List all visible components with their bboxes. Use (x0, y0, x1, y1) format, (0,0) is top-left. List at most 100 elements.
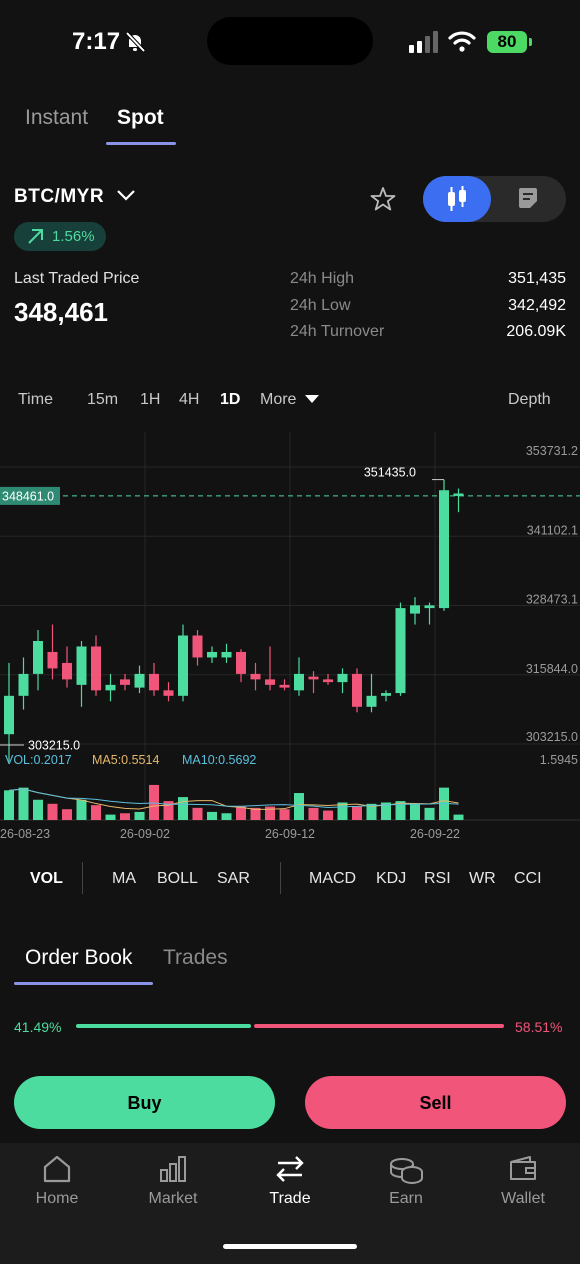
volume-bar (352, 806, 362, 820)
candle-body (294, 673, 304, 691)
volume-bar (120, 813, 130, 820)
candlestick-icon (448, 186, 466, 211)
dynamic-island (207, 17, 373, 65)
price-axis-label: 303215.0 (526, 730, 578, 744)
volume-bar (236, 806, 246, 820)
low-label: 24h Low (290, 297, 351, 314)
nav-earn[interactable]: Earn (356, 1154, 456, 1208)
turnover-value: 206.09K (506, 323, 566, 340)
nav-label: Trade (269, 1190, 311, 1207)
tab-spot-underline (106, 142, 176, 145)
indicator-boll[interactable]: BOLL (157, 870, 198, 888)
buy-button[interactable]: Buy (14, 1076, 275, 1129)
candle-body (265, 679, 275, 685)
volume-bar (47, 803, 58, 820)
battery-tip (529, 38, 532, 46)
nav-trade[interactable]: Trade (240, 1154, 340, 1208)
volume-bar (4, 790, 14, 820)
indicator-ma[interactable]: MA (112, 870, 136, 888)
indicator-macd[interactable]: MACD (309, 870, 356, 888)
tab-order-book[interactable]: Order Book (25, 946, 132, 970)
tab-trades[interactable]: Trades (163, 946, 228, 970)
candlestick-view-button[interactable] (423, 176, 491, 222)
candle-body (308, 676, 319, 680)
candle-body (62, 662, 72, 680)
tf-time[interactable]: Time (18, 391, 53, 409)
candle-body (439, 490, 449, 609)
battery-indicator: 80 (487, 31, 527, 53)
signal-icon (409, 31, 438, 53)
volume-bar (453, 814, 464, 820)
candle-body (366, 695, 377, 707)
current-price-text: 348461.0 (2, 489, 54, 503)
candle-body (337, 673, 348, 683)
volume-bar (178, 797, 188, 820)
candle-body (91, 646, 101, 691)
price-axis-label: 341102.1 (527, 523, 578, 537)
trade-icon (276, 1156, 304, 1182)
indicator-wr[interactable]: WR (469, 870, 496, 888)
tf-1h[interactable]: 1H (140, 391, 160, 409)
bid-percentage: 41.49% (14, 1019, 62, 1035)
candle-body (4, 695, 14, 735)
candle-body (149, 673, 159, 691)
ask-ratio-bar (253, 1024, 504, 1028)
volume-bar (91, 805, 101, 820)
candle-body (192, 635, 203, 658)
indicator-rsi[interactable]: RSI (424, 870, 451, 888)
arrow-up-right-icon (28, 229, 43, 244)
last-price-value: 348,461 (14, 297, 108, 327)
high-value: 351,435 (508, 270, 566, 287)
tab-instant[interactable]: Instant (25, 106, 88, 130)
candle-body (207, 651, 217, 658)
vol-legend: VOL:0.2017 (5, 753, 72, 767)
indicator-sar[interactable]: SAR (217, 870, 250, 888)
volume-bar (265, 806, 275, 820)
pair-selector[interactable]: BTC/MYR (14, 186, 136, 208)
indicator-vol[interactable]: VOL (30, 870, 63, 888)
candle-body (279, 684, 290, 688)
candle-body (250, 673, 261, 680)
volume-bar (33, 799, 43, 820)
indicator-kdj[interactable]: KDJ (376, 870, 406, 888)
volume-bar (221, 813, 232, 820)
indicator-cci[interactable]: CCI (514, 870, 542, 888)
nav-market[interactable]: Market (123, 1154, 223, 1208)
volume-bar (62, 809, 72, 820)
volume-bar (149, 784, 159, 820)
tf-4h[interactable]: 4H (179, 391, 199, 409)
sell-button[interactable]: Sell (305, 1076, 566, 1129)
bell-muted-icon (125, 31, 146, 53)
tf-more-label: More (260, 391, 297, 408)
tf-15m[interactable]: 15m (87, 391, 118, 409)
info-sheet-icon[interactable] (517, 187, 539, 209)
candle-body (221, 651, 232, 658)
date-label: 26-09-02 (120, 827, 170, 841)
market-icon (160, 1156, 186, 1182)
tf-1d[interactable]: 1D (220, 391, 240, 409)
tab-spot[interactable]: Spot (117, 106, 164, 130)
candle-body (352, 673, 362, 707)
low-value: 342,492 (508, 297, 566, 314)
date-label: 26-08-23 (0, 827, 50, 841)
low-marker-text: 303215.0 (28, 739, 80, 753)
star-icon[interactable] (370, 186, 396, 211)
nav-label: Home (35, 1190, 79, 1207)
wifi-icon (448, 31, 476, 52)
nav-home[interactable]: Home (7, 1154, 107, 1208)
candle-body (410, 605, 420, 614)
nav-label: Earn (389, 1190, 423, 1207)
nav-wallet[interactable]: Wallet (473, 1154, 573, 1208)
change-badge: 1.56% (14, 222, 106, 251)
tf-more[interactable]: More (260, 391, 319, 409)
nav-label: Wallet (501, 1190, 545, 1207)
volume-bar (323, 810, 333, 820)
tf-depth[interactable]: Depth (508, 391, 551, 409)
candlestick-chart[interactable]: 353731.2 341102.1 328473.1 315844.0 303215.0… (0, 432, 580, 852)
last-price-label: Last Traded Price (14, 270, 140, 287)
candle-body (47, 651, 58, 669)
home-indicator (223, 1244, 357, 1249)
price-axis-label: 315844.0 (526, 662, 578, 676)
volume-bar (308, 807, 319, 820)
date-label: 26-09-12 (265, 827, 315, 841)
